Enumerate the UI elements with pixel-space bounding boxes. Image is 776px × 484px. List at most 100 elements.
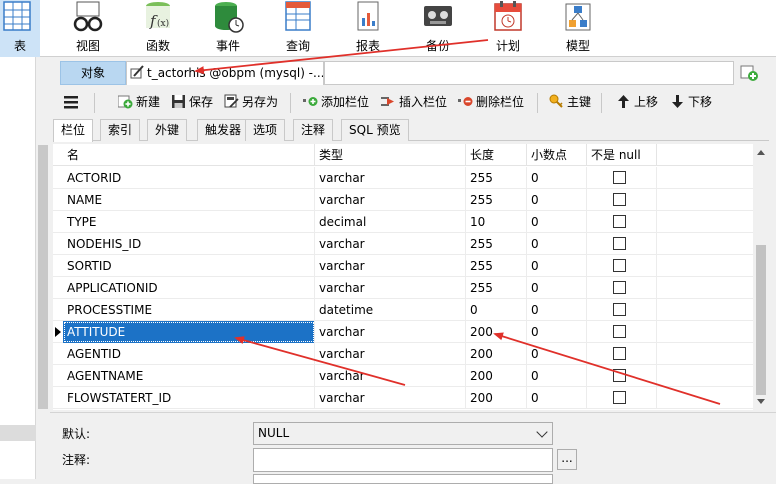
add-field-button[interactable]: 添加栏位 [303, 93, 369, 111]
cell-name[interactable]: TYPE [63, 211, 315, 233]
move-down-button[interactable]: 下移 [670, 93, 712, 111]
cell-name[interactable]: SORTID [63, 255, 315, 277]
comment-field[interactable] [253, 448, 553, 472]
cell-decimals[interactable]: 0 [527, 211, 587, 233]
cell-length[interactable]: 0 [466, 299, 527, 321]
ribbon-backup[interactable]: 备份 [408, 0, 468, 57]
table-row[interactable]: NAME varchar 255 0 [53, 189, 753, 211]
save-as-button[interactable]: 另存为 [224, 93, 278, 111]
not-null-checkbox[interactable] [613, 193, 626, 206]
move-up-button[interactable]: 上移 [616, 93, 658, 111]
fields-grid[interactable]: 名 类型 长度 小数点 不是 null ACTORID varchar 255 0 NA… [53, 144, 753, 410]
not-null-checkbox[interactable] [613, 259, 626, 272]
grid-scrollbar[interactable] [753, 144, 769, 410]
cell-decimals[interactable]: 0 [527, 233, 587, 255]
cell-name[interactable]: PROCESSTIME [63, 299, 315, 321]
save-button[interactable]: 保存 [171, 93, 213, 111]
scroll-up-icon[interactable] [757, 150, 765, 155]
scrollbar-thumb[interactable] [756, 245, 766, 395]
table-row[interactable]: SORTID varchar 255 0 [53, 255, 753, 277]
table-row[interactable]: AGENTID varchar 200 0 [53, 343, 753, 365]
ribbon-event[interactable]: 事件 [198, 0, 258, 57]
cell-name[interactable]: AGENTNAME [63, 365, 315, 387]
cell-type[interactable]: varchar [315, 189, 466, 211]
delete-field-button[interactable]: 删除栏位 [458, 93, 524, 111]
table-row[interactable]: ACTORID varchar 255 0 [53, 167, 753, 189]
tab-table-design[interactable]: t_actorhis @obpm (mysql) -... [126, 61, 324, 85]
default-select[interactable]: NULL [253, 422, 553, 445]
cell-length[interactable]: 255 [466, 255, 527, 277]
table-row[interactable]: APPLICATIONID varchar 255 0 [53, 277, 753, 299]
ribbon-report[interactable]: 报表 [338, 0, 398, 57]
cell-name[interactable]: NODEHIS_ID [63, 233, 315, 255]
cell-length[interactable]: 255 [466, 233, 527, 255]
tab-sql-preview[interactable]: SQL 预览 [341, 119, 409, 141]
navigation-selected-item[interactable] [0, 425, 36, 441]
not-null-checkbox[interactable] [613, 391, 626, 404]
tab-triggers[interactable]: 触发器 [197, 119, 250, 141]
cell-length[interactable]: 255 [466, 277, 527, 299]
table-row[interactable]: PROCESSTIME datetime 0 0 [53, 299, 753, 321]
cell-decimals[interactable]: 0 [527, 343, 587, 365]
table-row[interactable]: AGENTNAME varchar 200 0 [53, 365, 753, 387]
cell-type[interactable]: varchar [315, 255, 466, 277]
ribbon-table[interactable]: 表 [0, 0, 40, 57]
tab-fields[interactable]: 栏位 [53, 119, 94, 142]
not-null-checkbox[interactable] [613, 171, 626, 184]
cell-type[interactable]: varchar [315, 365, 466, 387]
next-field[interactable] [253, 474, 553, 484]
cell-name[interactable]: NAME [63, 189, 315, 211]
cell-length[interactable]: 10 [466, 211, 527, 233]
cell-decimals[interactable]: 0 [527, 189, 587, 211]
cell-decimals[interactable]: 0 [527, 167, 587, 189]
cell-name[interactable]: ACTORID [63, 167, 315, 189]
cell-type[interactable]: varchar [315, 277, 466, 299]
cell-length[interactable]: 255 [466, 167, 527, 189]
navigation-scrollbar[interactable] [36, 60, 50, 409]
ribbon-function[interactable]: f (x) 函数 [128, 0, 188, 57]
table-row[interactable]: ATTITUDE varchar 200 0 [53, 321, 753, 343]
cell-length[interactable]: 200 [466, 321, 527, 343]
not-null-checkbox[interactable] [613, 347, 626, 360]
navigation-pane[interactable] [0, 57, 36, 479]
scroll-down-icon[interactable] [757, 399, 765, 404]
not-null-checkbox[interactable] [613, 325, 626, 338]
header-length[interactable]: 长度 [466, 144, 527, 166]
new-tab-icon[interactable] [740, 63, 758, 81]
cell-decimals[interactable]: 0 [527, 365, 587, 387]
cell-decimals[interactable]: 0 [527, 321, 587, 343]
cell-type[interactable]: decimal [315, 211, 466, 233]
cell-decimals[interactable]: 0 [527, 299, 587, 321]
header-type[interactable]: 类型 [315, 144, 466, 166]
cell-length[interactable]: 200 [466, 387, 527, 409]
cell-name[interactable]: FLOWSTATERT_ID [63, 387, 315, 409]
tab-options[interactable]: 选项 [245, 119, 286, 141]
scrollbar-thumb[interactable] [38, 145, 48, 409]
cell-type[interactable]: varchar [315, 321, 466, 343]
insert-field-button[interactable]: 插入栏位 [381, 93, 447, 111]
cell-name[interactable]: AGENTID [63, 343, 315, 365]
ribbon-query[interactable]: 查询 [268, 0, 328, 57]
cell-length[interactable]: 200 [466, 343, 527, 365]
cell-length[interactable]: 200 [466, 365, 527, 387]
cell-type[interactable]: varchar [315, 167, 466, 189]
ribbon-schedule[interactable]: 计划 [478, 0, 538, 57]
table-row[interactable]: TYPE decimal 10 0 [53, 211, 753, 233]
cell-decimals[interactable]: 0 [527, 387, 587, 409]
not-null-checkbox[interactable] [613, 281, 626, 294]
table-row[interactable]: NODEHIS_ID varchar 255 0 [53, 233, 753, 255]
cell-type[interactable]: varchar [315, 233, 466, 255]
tab-comment[interactable]: 注释 [293, 119, 334, 141]
not-null-checkbox[interactable] [613, 303, 626, 316]
ribbon-model[interactable]: 模型 [548, 0, 608, 57]
not-null-checkbox[interactable] [613, 369, 626, 382]
tab-indexes[interactable]: 索引 [100, 119, 141, 141]
tab-foreign-keys[interactable]: 外键 [147, 119, 188, 141]
menu-button[interactable] [64, 93, 78, 111]
cell-decimals[interactable]: 0 [527, 277, 587, 299]
cell-type[interactable]: varchar [315, 343, 466, 365]
cell-length[interactable]: 255 [466, 189, 527, 211]
header-name[interactable]: 名 [63, 144, 315, 166]
primary-key-button[interactable]: 主键 [549, 93, 591, 111]
cell-type[interactable]: datetime [315, 299, 466, 321]
